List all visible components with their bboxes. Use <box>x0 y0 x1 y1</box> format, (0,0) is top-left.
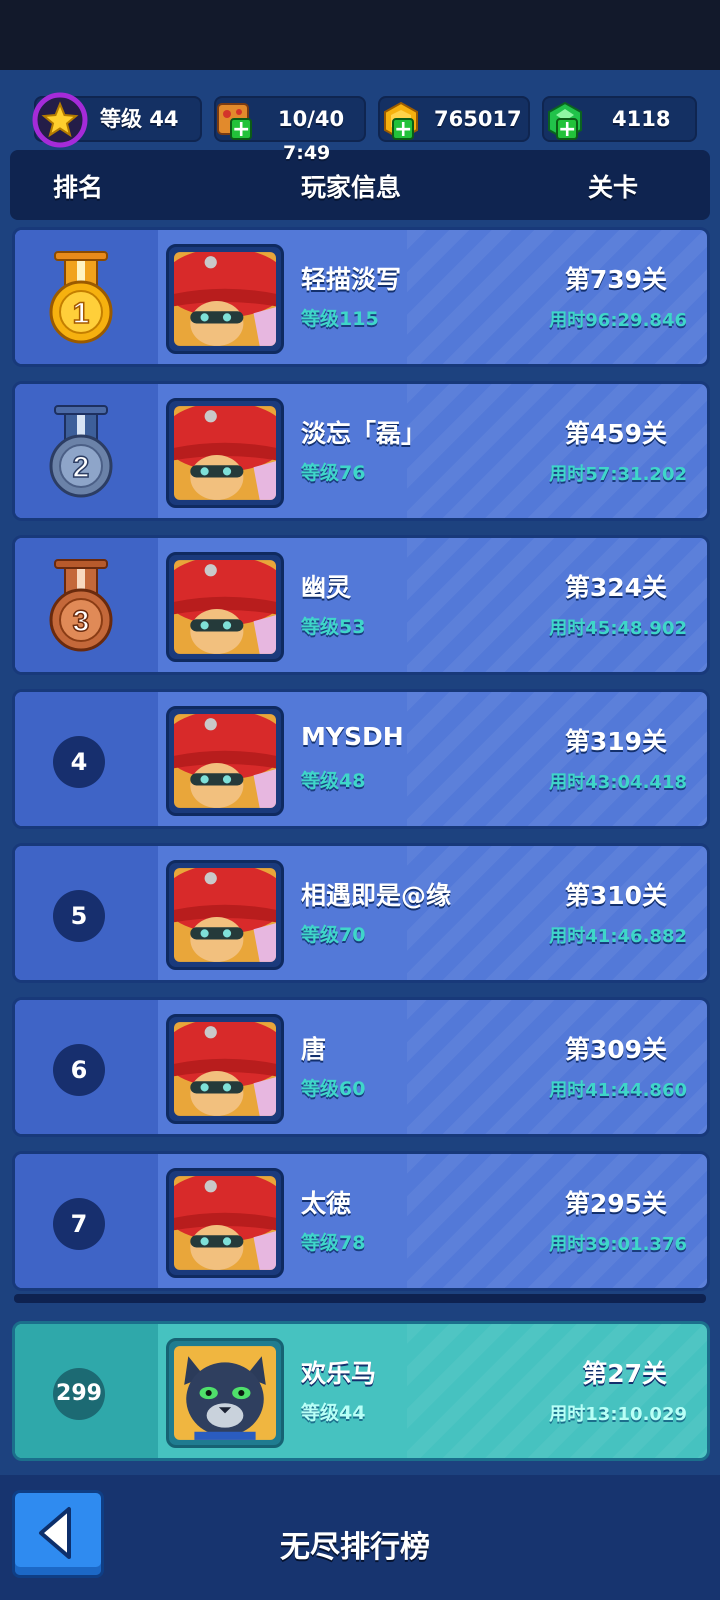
hero-avatar-icon <box>174 1022 276 1116</box>
leaderboard-row[interactable]: 1 轻描淡写 等级115 第739关 用时96:29.846 <box>12 227 710 367</box>
svg-text:2: 2 <box>73 451 90 484</box>
hero-avatar-icon <box>174 252 276 346</box>
rank-number: 5 <box>53 890 105 942</box>
cat-avatar-icon <box>174 1346 276 1440</box>
time-used: 用时57:31.202 <box>549 464 687 485</box>
avatar[interactable] <box>166 552 284 662</box>
leaderboard-row[interactable]: 3 幽灵 等级53 第324关 用时45:48.902 <box>12 535 710 675</box>
bronze-medal-icon: 3 <box>49 559 113 652</box>
player-name: 唐 <box>301 1035 327 1064</box>
back-arrow-icon <box>39 1507 71 1559</box>
leaderboard-row[interactable]: 2 淡忘「磊」 等级76 第459关 用时57:31.202 <box>12 381 710 521</box>
player-name: MYSDH <box>301 722 404 751</box>
stage-reached: 第459关 <box>564 419 667 448</box>
rank-number: 4 <box>53 736 105 788</box>
gems-chip[interactable]: + 4118 <box>542 96 697 142</box>
my-rank-row[interactable]: 299 欢乐马 等级44 第27关 用时13:10.029 <box>12 1321 710 1461</box>
hero-avatar-icon <box>174 406 276 500</box>
energy-timer: 7:49 <box>283 142 331 164</box>
time-used: 用时96:29.846 <box>549 310 687 331</box>
player-level: 等级115 <box>301 308 379 330</box>
svg-text:3: 3 <box>73 605 90 638</box>
row-decoration <box>407 1324 707 1458</box>
back-button[interactable] <box>12 1490 104 1578</box>
time-used: 用时39:01.376 <box>549 1234 687 1255</box>
row-decoration <box>407 1154 707 1288</box>
row-decoration <box>407 692 707 826</box>
stage-reached: 第319关 <box>564 727 667 756</box>
leaderboard-row[interactable]: 7 太徳 等级78 第295关 用时39:01.376 <box>12 1151 710 1291</box>
stage-reached: 第27关 <box>582 1359 667 1388</box>
header-stage: 关卡 <box>588 173 639 202</box>
player-name: 太徳 <box>301 1189 352 1218</box>
player-name: 欢乐马 <box>301 1359 377 1388</box>
rank-number: 299 <box>53 1368 105 1420</box>
player-level: 等级70 <box>301 924 366 946</box>
hero-avatar-icon <box>174 560 276 654</box>
star-icon <box>32 92 88 148</box>
leaderboard-row[interactable]: 4 MYSDH 等级48 第319关 用时43:04.418 <box>12 689 710 829</box>
avatar[interactable] <box>166 244 284 354</box>
player-level: 等级44 <box>301 1402 366 1424</box>
silver-medal-icon: 2 <box>49 405 113 498</box>
leaderboard-row[interactable]: 6 唐 等级60 第309关 用时41:44.860 <box>12 997 710 1137</box>
header-rank: 排名 <box>53 173 104 202</box>
stage-reached: 第310关 <box>564 881 667 910</box>
avatar[interactable] <box>166 398 284 508</box>
player-level: 等级48 <box>301 770 366 792</box>
divider <box>14 1294 706 1303</box>
player-name: 轻描淡写 <box>301 265 402 294</box>
avatar[interactable] <box>166 706 284 816</box>
player-name: 相遇即是@缘 <box>301 881 452 910</box>
gems-value: 4118 <box>612 107 671 131</box>
player-level-label: 等级 44 <box>100 107 179 131</box>
energy-add-icon[interactable]: + <box>230 118 252 141</box>
player-name: 幽灵 <box>301 573 352 602</box>
avatar[interactable] <box>166 1014 284 1124</box>
rank-number: 6 <box>53 1044 105 1096</box>
stage-reached: 第739关 <box>564 265 667 294</box>
row-decoration <box>407 1000 707 1134</box>
energy-chip[interactable]: + 10/40 <box>214 96 366 142</box>
coins-value: 765017 <box>434 107 522 131</box>
status-bar <box>0 0 720 70</box>
coins-add-icon[interactable]: + <box>392 118 414 141</box>
stage-reached: 第295关 <box>564 1189 667 1218</box>
energy-value: 10/40 <box>278 107 345 131</box>
hero-avatar-icon <box>174 1176 276 1270</box>
player-level: 等级76 <box>301 462 366 484</box>
avatar[interactable] <box>166 1168 284 1278</box>
player-name: 淡忘「磊」 <box>301 419 427 448</box>
hero-avatar-icon <box>174 714 276 808</box>
resource-bar: 等级 44 + 10/40 + 765017 + 4118 <box>0 92 720 148</box>
row-decoration <box>407 384 707 518</box>
gold-medal-icon: 1 <box>49 251 113 344</box>
row-decoration <box>407 846 707 980</box>
time-used: 用时41:44.860 <box>549 1080 687 1101</box>
page-title: 无尽排行榜 <box>280 1530 430 1565</box>
header-player-info: 玩家信息 <box>301 173 402 202</box>
hero-avatar-icon <box>174 868 276 962</box>
time-used: 用时13:10.029 <box>549 1404 687 1425</box>
gems-add-icon[interactable]: + <box>556 118 578 141</box>
avatar[interactable] <box>166 860 284 970</box>
leaderboard-header: 排名 玩家信息 关卡 <box>10 150 710 220</box>
time-used: 用时41:46.882 <box>549 926 687 947</box>
coins-chip[interactable]: + 765017 <box>378 96 530 142</box>
player-level: 等级78 <box>301 1232 366 1254</box>
row-decoration <box>407 230 707 364</box>
player-level: 等级53 <box>301 616 366 638</box>
time-used: 用时45:48.902 <box>549 618 687 639</box>
svg-text:1: 1 <box>73 297 90 330</box>
leaderboard-row[interactable]: 5 相遇即是@缘 等级70 第310关 用时41:46.882 <box>12 843 710 983</box>
time-used: 用时43:04.418 <box>549 772 687 793</box>
player-level: 等级60 <box>301 1078 366 1100</box>
row-decoration <box>407 538 707 672</box>
player-level-chip[interactable]: 等级 44 <box>32 92 202 148</box>
stage-reached: 第309关 <box>564 1035 667 1064</box>
stage-reached: 第324关 <box>564 573 667 602</box>
avatar[interactable] <box>166 1338 284 1448</box>
rank-number: 7 <box>53 1198 105 1250</box>
